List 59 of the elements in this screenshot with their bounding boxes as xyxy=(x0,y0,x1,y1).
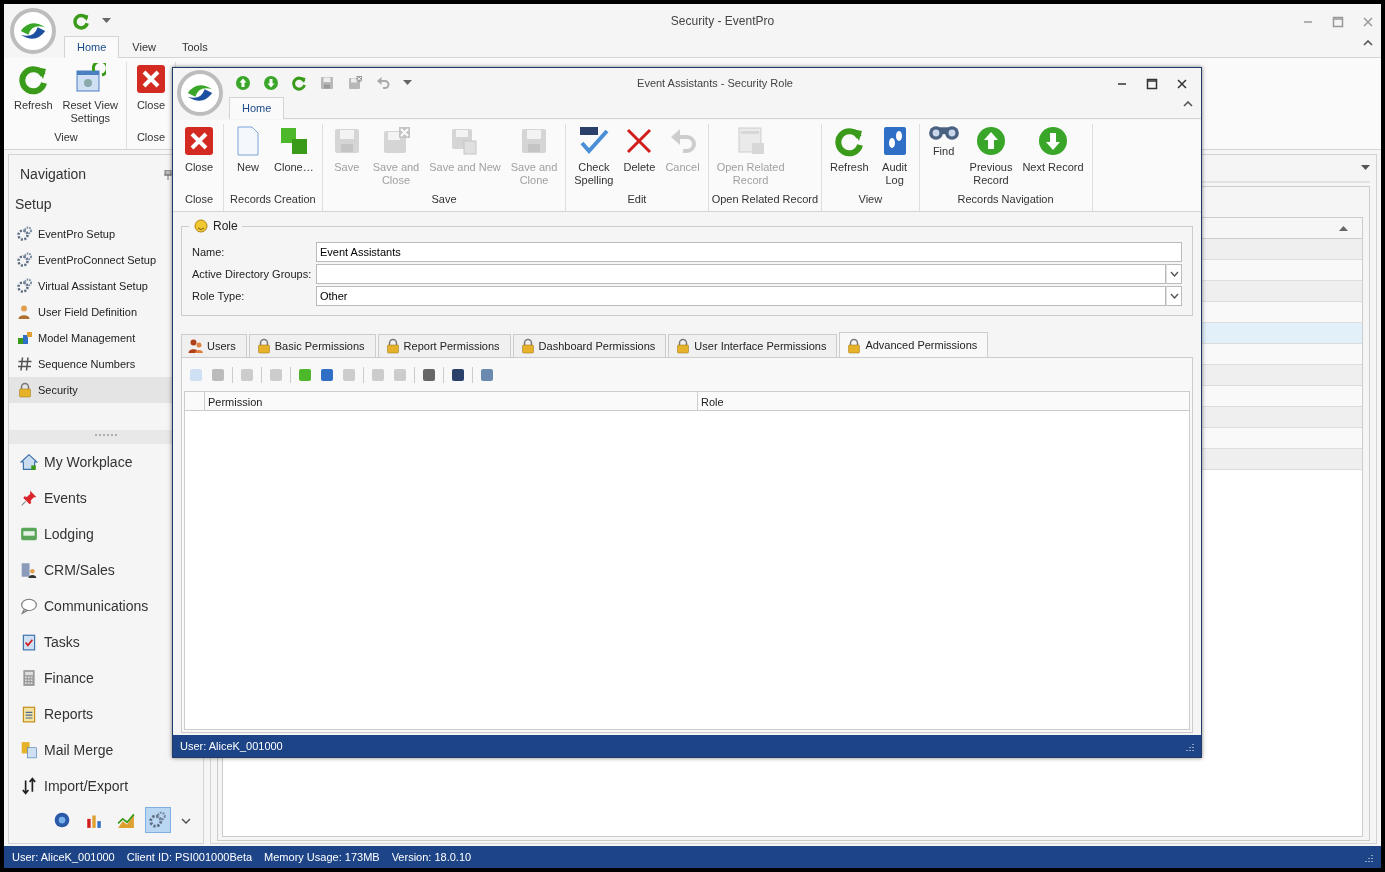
nav-module[interactable]: Reports xyxy=(9,696,105,732)
ribbon-group-label: Close xyxy=(183,192,215,207)
ribbon-button[interactable]: Refresh xyxy=(825,124,874,175)
ribbon-button[interactable]: Find xyxy=(922,124,965,159)
ribbon-button[interactable]: Close xyxy=(129,62,172,113)
nav-module[interactable]: CRM/Sales xyxy=(9,552,126,588)
ribbon-button[interactable]: Clone… xyxy=(269,124,319,175)
tab[interactable]: Basic Permissions xyxy=(248,334,376,357)
dropdown-field[interactable]: Other xyxy=(316,286,1166,306)
section-title: Setup xyxy=(15,196,52,212)
ribbon-button[interactable]: Delete xyxy=(618,124,661,175)
tab[interactable]: Dashboard Permissions xyxy=(512,334,667,357)
ribbon-tab[interactable]: Tools xyxy=(169,35,221,58)
status-text: Version: 18.0.10 xyxy=(391,849,472,865)
group-title: Role xyxy=(213,218,238,235)
tab[interactable]: User Interface Permissions xyxy=(668,334,838,357)
ribbon-group-label: Open Related Record xyxy=(711,192,819,207)
input-field[interactable]: Event Assistants xyxy=(316,242,1182,262)
ribbon-group-label: Records Creation xyxy=(229,192,317,207)
nav-module[interactable]: Finance xyxy=(9,660,105,696)
nav-module[interactable]: Mail Merge xyxy=(9,732,125,768)
status-text: User: AliceK_001000 xyxy=(12,849,115,865)
nav-module[interactable]: Tasks xyxy=(9,624,91,660)
column-header[interactable]: Role xyxy=(698,392,1189,410)
field-label: Active Directory Groups: xyxy=(192,266,313,282)
window-title: Security - EventPro xyxy=(670,13,775,28)
ribbon-button[interactable]: Audit Log xyxy=(873,124,916,188)
ribbon-group-label: Records Navigation xyxy=(956,192,1055,207)
ribbon-button[interactable]: Reset View Settings xyxy=(57,62,123,126)
column-header[interactable]: Permission xyxy=(205,392,698,410)
tab[interactable]: Advanced Permissions xyxy=(839,332,989,358)
ribbon-button[interactable]: Next Record xyxy=(1017,124,1089,175)
ribbon-group-label: Close xyxy=(135,130,167,145)
ribbon-group-label: View xyxy=(53,130,79,145)
tab[interactable]: Report Permissions xyxy=(377,334,511,357)
nav-module[interactable]: Events xyxy=(9,480,98,516)
ribbon-button[interactable]: Refresh xyxy=(9,62,58,113)
window-title: Event Assistants - Security Role xyxy=(637,77,793,89)
ribbon-group-label: Edit xyxy=(626,192,648,207)
nav-module[interactable]: Lodging xyxy=(9,516,105,552)
nav-module[interactable]: Communications xyxy=(9,588,160,624)
tab[interactable]: Users xyxy=(181,334,247,357)
ribbon-group-label: Save xyxy=(430,192,458,207)
nav-item[interactable]: EventPro Setup xyxy=(9,221,203,247)
nav-module[interactable]: Import/Export xyxy=(9,768,140,804)
status-text: Client ID: PSI001000Beta xyxy=(126,849,253,865)
ribbon-button[interactable]: Check Spelling xyxy=(569,124,619,188)
field-label: Name: xyxy=(192,244,226,260)
ribbon-tab[interactable]: Home xyxy=(229,96,285,119)
ribbon-tab[interactable]: Home xyxy=(64,35,120,58)
ribbon-button[interactable]: New xyxy=(227,124,269,175)
ribbon-button[interactable]: Previous Record xyxy=(964,124,1018,188)
panel-title: Navigation xyxy=(20,165,87,184)
status-text: Memory Usage: 173MB xyxy=(264,849,380,865)
status-text: User: AliceK_001000 xyxy=(180,738,283,754)
nav-module[interactable]: My Workplace xyxy=(9,444,144,480)
ribbon-group-label: View xyxy=(857,192,884,207)
ribbon-tab[interactable]: View xyxy=(119,35,169,58)
ribbon-button[interactable]: Close xyxy=(178,124,220,175)
